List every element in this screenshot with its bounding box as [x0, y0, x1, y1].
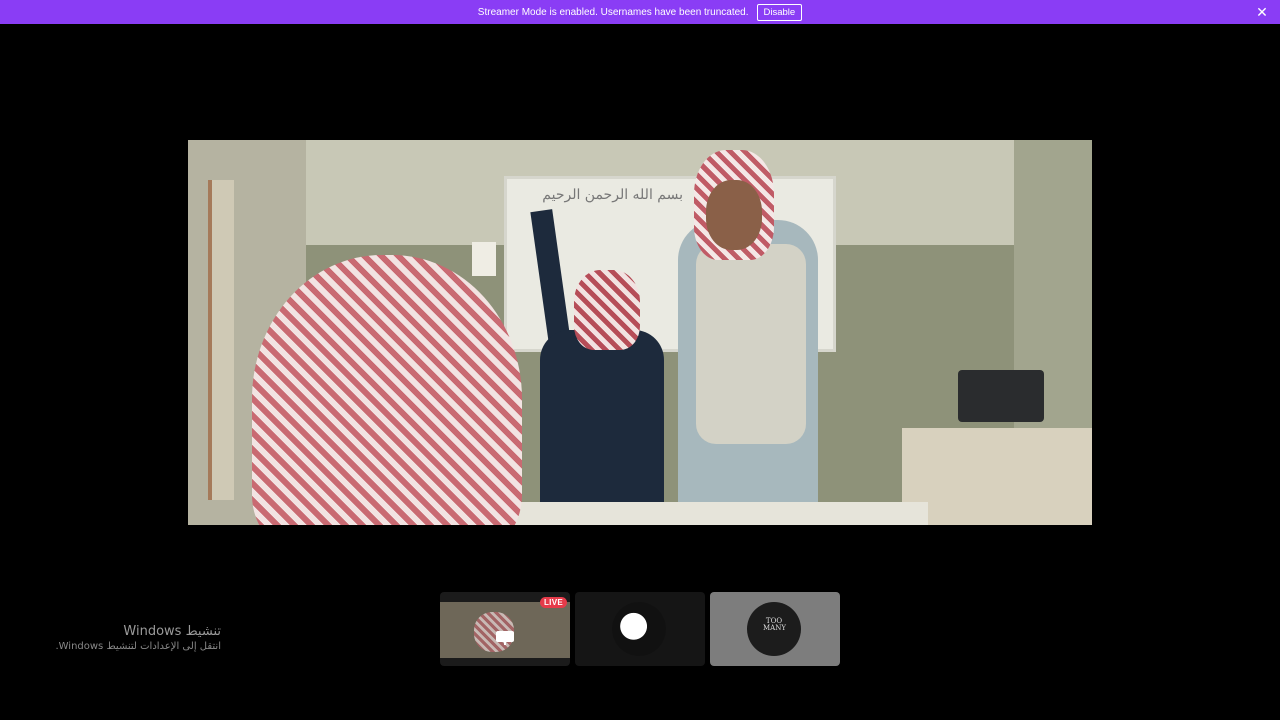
video-chair	[958, 370, 1044, 422]
video-front-desk	[488, 502, 928, 525]
video-door-frame	[208, 180, 234, 500]
banner-message: Streamer Mode is enabled. Usernames have…	[477, 6, 749, 18]
avatar	[612, 602, 666, 656]
video-person-right-face	[706, 180, 762, 250]
whiteboard-text: بسم الله الرحمن الرحيم	[542, 187, 683, 203]
windows-activation-watermark: تنشيط Windows انتقل إلى الإعدادات لتنشيط…	[55, 624, 221, 652]
video-wall-sign	[472, 242, 496, 276]
watermark-title: تنشيط Windows	[123, 624, 221, 639]
avatar: TOO MANY	[747, 602, 801, 656]
video-person-left	[540, 330, 664, 525]
main-stream-video[interactable]: بسم الله الرحمن الرحيم	[188, 140, 1092, 525]
video-person-left-head	[574, 270, 640, 350]
video-person-right-vest	[696, 244, 806, 444]
watermark-subtitle: انتقل إلى الإعدادات لتنشيط Windows.	[55, 641, 221, 652]
participant-thumbnail-selected[interactable]: TOO MANY	[710, 592, 840, 666]
video-person-foreground	[252, 255, 522, 525]
thumbnail-preview	[440, 602, 570, 658]
screen-share-icon	[496, 631, 514, 645]
live-badge: LIVE	[540, 597, 567, 608]
video-desk	[902, 428, 1092, 525]
participant-thumbnail[interactable]	[575, 592, 705, 666]
disable-button[interactable]: Disable	[756, 3, 803, 21]
avatar-text: TOO MANY	[763, 617, 786, 632]
streamer-mode-banner: Streamer Mode is enabled. Usernames have…	[0, 0, 1280, 24]
close-icon[interactable]: ✕	[1254, 4, 1270, 20]
